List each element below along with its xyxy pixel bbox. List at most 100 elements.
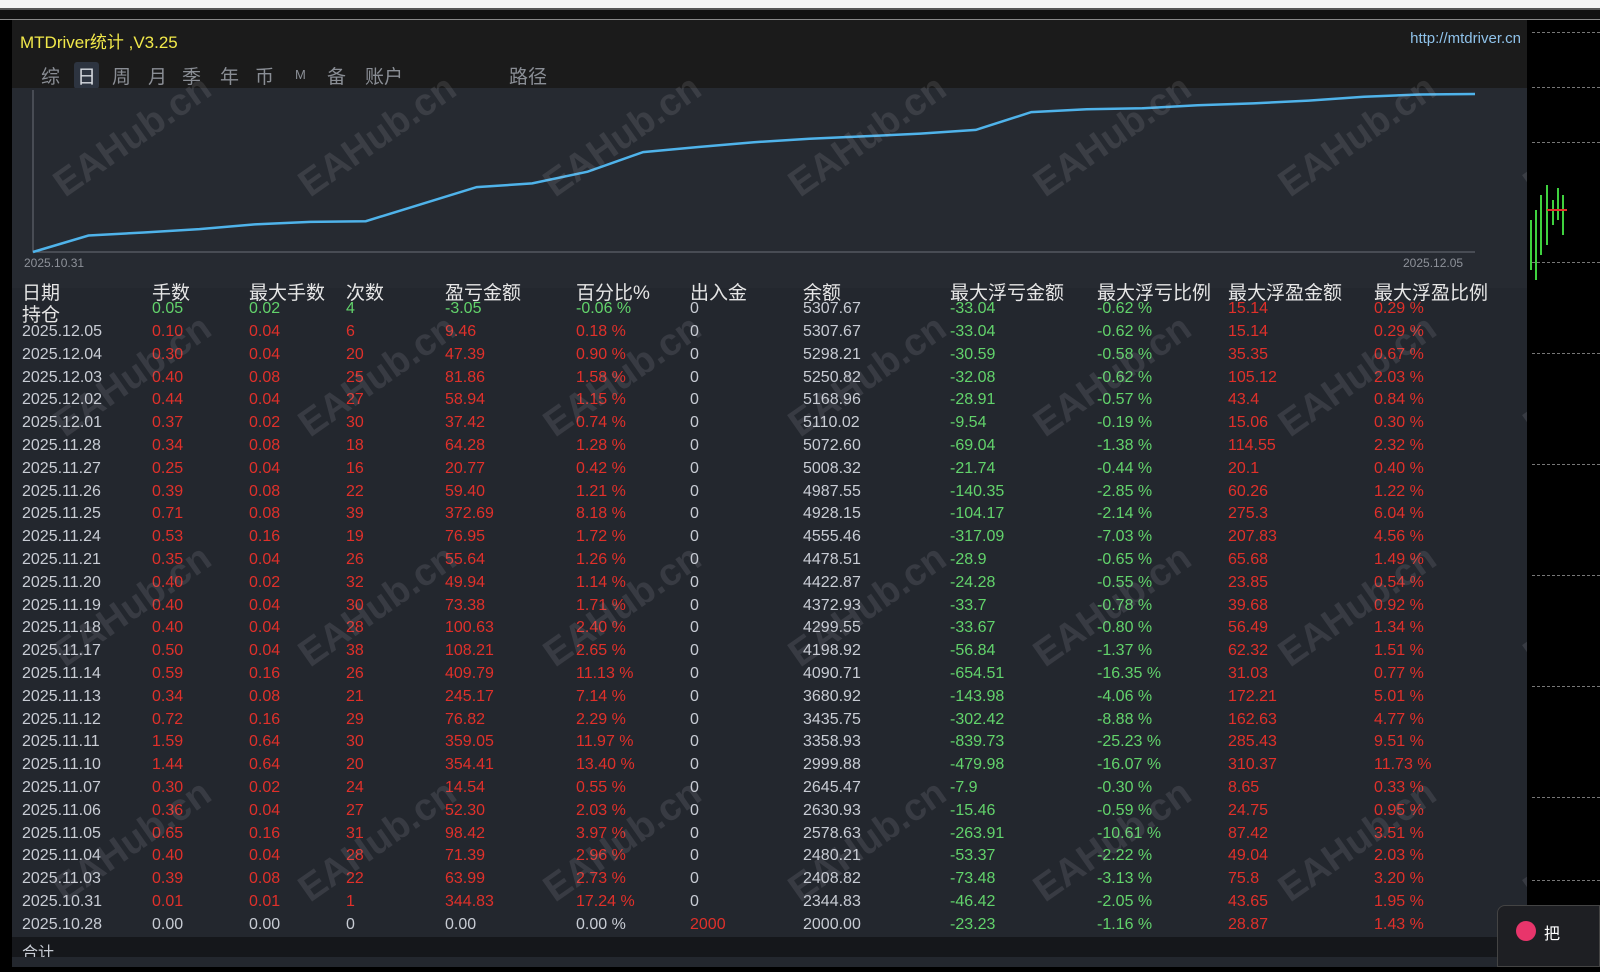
cell: 2645.47 bbox=[803, 779, 861, 796]
cell: -3.05 bbox=[445, 300, 482, 317]
grid-line bbox=[1532, 686, 1600, 687]
cell: 9.51 % bbox=[1374, 733, 1424, 751]
cell: -0.78 % bbox=[1097, 596, 1153, 614]
cell: -69.04 bbox=[950, 437, 996, 454]
cell: 105.12 bbox=[1228, 368, 1277, 386]
cell: 0 bbox=[690, 368, 699, 386]
cell: 1.21 % bbox=[576, 482, 626, 500]
app-icon bbox=[1516, 921, 1536, 941]
tab-4[interactable]: 季 bbox=[179, 62, 204, 89]
cell: 4299.55 bbox=[803, 619, 861, 637]
tab-1[interactable]: 日 bbox=[74, 62, 100, 89]
cell: 207.83 bbox=[1228, 528, 1277, 546]
cell: 0.30 bbox=[152, 779, 184, 796]
cell: 4555.46 bbox=[803, 528, 861, 546]
cell: 2999.88 bbox=[803, 756, 861, 774]
cell: 0.02 bbox=[249, 414, 281, 432]
website-link[interactable]: http://mtdriver.cn bbox=[1410, 30, 1521, 47]
cell: 114.55 bbox=[1228, 437, 1276, 454]
row-label: 2025.11.13 bbox=[22, 687, 101, 705]
cell: 0.16 bbox=[249, 824, 281, 842]
cell: 5110.02 bbox=[803, 414, 860, 432]
cell: 0.02 bbox=[249, 300, 281, 317]
tab-6[interactable]: 币 bbox=[252, 62, 277, 89]
cell: 22 bbox=[346, 482, 364, 500]
cell: -140.35 bbox=[950, 482, 1005, 500]
table-row[interactable]: 合计 bbox=[12, 936, 1527, 957]
cell: 0.30 % bbox=[1374, 414, 1424, 432]
cell: 1.43 % bbox=[1374, 915, 1424, 933]
cell: 11.97 % bbox=[576, 733, 634, 751]
mtdriver-stats-panel: MTDriver统计 ,V3.25 http://mtdriver.cn 综日周… bbox=[12, 20, 1527, 967]
tab-10[interactable]: 路径 bbox=[506, 62, 550, 89]
row-label: 2025.11.12 bbox=[22, 710, 101, 728]
cell: 30 bbox=[346, 596, 364, 614]
tab-2[interactable]: 周 bbox=[109, 62, 134, 89]
cell: 2408.82 bbox=[803, 870, 861, 888]
x-axis-start-label: 2025.10.31 bbox=[24, 256, 85, 270]
tab-8[interactable]: 备 bbox=[324, 62, 349, 89]
cell: 1.15 % bbox=[576, 391, 626, 409]
cell: 0.29 % bbox=[1374, 323, 1424, 340]
cell: 49.94 bbox=[445, 573, 486, 591]
cell: -317.09 bbox=[950, 528, 1005, 546]
cell: -2.05 % bbox=[1097, 893, 1153, 910]
cell: 0.04 bbox=[249, 801, 281, 819]
cell: -0.62 % bbox=[1097, 368, 1153, 386]
cell: -4.06 % bbox=[1097, 687, 1153, 705]
cell: 30 bbox=[346, 414, 364, 432]
row-label: 2025.10.28 bbox=[22, 915, 103, 933]
tab-9[interactable]: 账户 bbox=[362, 62, 406, 89]
cell: 0 bbox=[690, 870, 699, 888]
row-label: 2025.12.04 bbox=[22, 345, 103, 363]
cell: 2000.00 bbox=[803, 915, 861, 933]
cell: 15.06 bbox=[1228, 414, 1269, 432]
cell: 0 bbox=[690, 505, 699, 523]
cell: 0.67 % bbox=[1374, 345, 1424, 363]
cell: -0.65 % bbox=[1097, 551, 1153, 568]
cell: 0.00 bbox=[152, 915, 184, 933]
cell: 3.97 % bbox=[576, 824, 626, 842]
chart-ruler bbox=[0, 8, 1600, 20]
cell: -0.62 % bbox=[1097, 323, 1153, 340]
cell: 0.39 bbox=[152, 870, 184, 888]
cell: 2.03 % bbox=[1374, 847, 1424, 865]
cell: 4422.87 bbox=[803, 573, 861, 591]
row-label: 2025.11.07 bbox=[22, 779, 101, 796]
cell: 5.01 % bbox=[1374, 687, 1424, 705]
cell: 5298.21 bbox=[803, 345, 861, 363]
cell: -839.73 bbox=[950, 733, 1005, 751]
cell: 0.08 bbox=[249, 505, 281, 523]
cell: 14.54 bbox=[445, 779, 486, 796]
tab-0[interactable]: 综 bbox=[38, 62, 63, 89]
tab-5[interactable]: 年 bbox=[217, 62, 242, 89]
cell: 0.34 bbox=[152, 687, 184, 705]
cell: 2.03 % bbox=[576, 801, 626, 819]
row-label: 2025.12.05 bbox=[22, 323, 103, 340]
cell: 1.44 bbox=[152, 756, 184, 774]
cell: 5072.60 bbox=[803, 437, 861, 454]
cell: 39.68 bbox=[1228, 596, 1269, 614]
cell: 0.77 % bbox=[1374, 665, 1424, 682]
cell: 0.37 bbox=[152, 414, 184, 432]
cell: -1.38 % bbox=[1097, 437, 1153, 454]
cell: 0.44 bbox=[152, 391, 184, 409]
tab-3[interactable]: 月 bbox=[145, 62, 170, 89]
cell: 76.82 bbox=[445, 710, 486, 728]
row-label: 2025.11.19 bbox=[22, 596, 101, 614]
cell: -302.42 bbox=[950, 710, 1005, 728]
cell: 21 bbox=[346, 687, 364, 705]
cell: 0.04 bbox=[249, 642, 281, 660]
cell: 0.74 % bbox=[576, 414, 626, 432]
cell: 0.95 % bbox=[1374, 801, 1424, 819]
cell: -2.85 % bbox=[1097, 482, 1153, 500]
cell: 64.28 bbox=[445, 437, 486, 454]
notification-toast[interactable]: 把 bbox=[1497, 905, 1600, 967]
row-label: 2025.11.06 bbox=[22, 801, 101, 819]
cell: -28.91 bbox=[950, 391, 996, 409]
tab-7[interactable]: M bbox=[292, 67, 309, 82]
row-label: 2025.11.24 bbox=[22, 528, 101, 546]
cell: 0.08 bbox=[249, 870, 281, 888]
cell: 0.40 bbox=[152, 596, 184, 614]
cell: 0.08 bbox=[249, 482, 281, 500]
